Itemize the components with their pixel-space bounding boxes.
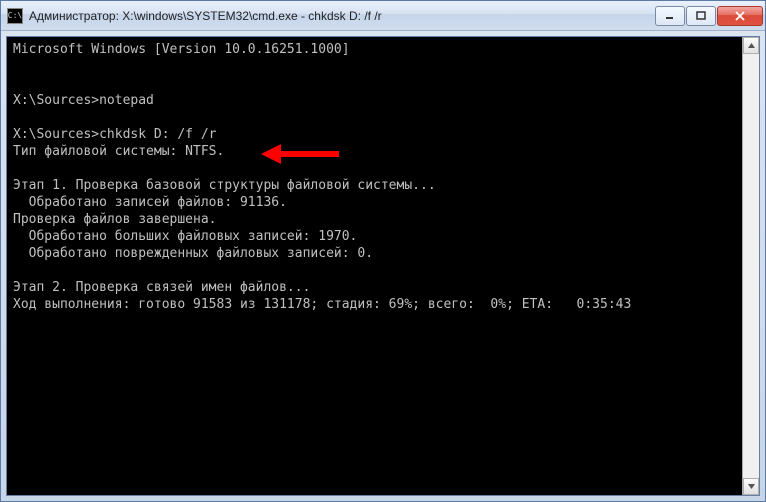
close-button[interactable] [717, 6, 763, 26]
console-line [13, 262, 736, 279]
console-line: Тип файловой системы: NTFS. [13, 143, 736, 160]
console-line: X:\Sources>chkdsk D: /f /r [13, 126, 736, 143]
maximize-button[interactable] [686, 6, 716, 26]
console-output[interactable]: Microsoft Windows [Version 10.0.16251.10… [7, 37, 742, 495]
titlebar[interactable]: C:\ Администратор: X:\windows\SYSTEM32\c… [1, 1, 765, 31]
cmd-icon: C:\ [7, 8, 23, 24]
console-line: Проверка файлов завершена. [13, 211, 736, 228]
console-line [13, 75, 736, 92]
minimize-button[interactable] [655, 6, 685, 26]
client-area: Microsoft Windows [Version 10.0.16251.10… [6, 36, 760, 496]
vertical-scrollbar[interactable] [742, 37, 759, 495]
console-line: Ход выполнения: готово 91583 из 131178; … [13, 296, 736, 313]
console-line: Этап 2. Проверка связей имен файлов... [13, 279, 736, 296]
console-line: Microsoft Windows [Version 10.0.16251.10… [13, 41, 736, 58]
console-line [13, 160, 736, 177]
console-line: Обработано записей файлов: 91136. [13, 194, 736, 211]
console-line: X:\Sources>notepad [13, 92, 736, 109]
cmd-window: C:\ Администратор: X:\windows\SYSTEM32\c… [0, 0, 766, 502]
console-line: Обработано поврежденных файловых записей… [13, 245, 736, 262]
scroll-down-button[interactable] [743, 478, 759, 495]
scroll-track[interactable] [743, 54, 759, 478]
console-line: Этап 1. Проверка базовой структуры файло… [13, 177, 736, 194]
window-buttons [655, 6, 763, 26]
window-title: Администратор: X:\windows\SYSTEM32\cmd.e… [29, 9, 655, 23]
console-line [13, 58, 736, 75]
scroll-up-button[interactable] [743, 37, 759, 54]
console-line: Обработано больших файловых записей: 197… [13, 228, 736, 245]
console-line [13, 109, 736, 126]
